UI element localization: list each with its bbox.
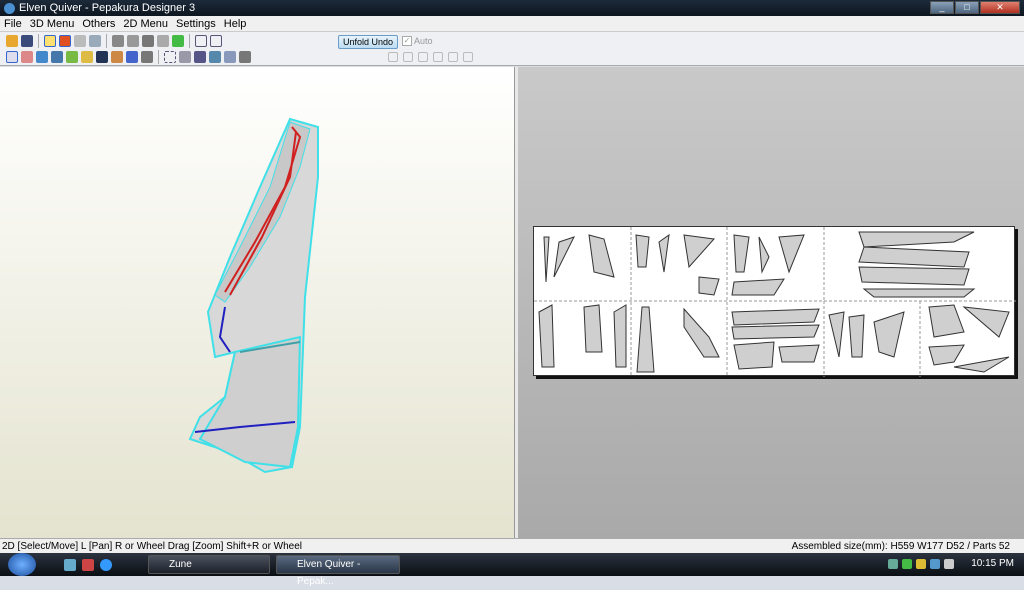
flap-icon[interactable] — [157, 34, 169, 47]
show-desktop-icon[interactable] — [64, 559, 76, 571]
task-pepakura[interactable]: Elven Quiver - Pepak... — [276, 555, 400, 587]
print-preview-icon[interactable] — [224, 51, 236, 63]
flap-edit-icon[interactable] — [81, 51, 93, 63]
checkmark-icon: ✓ — [402, 36, 412, 46]
3d-view[interactable] — [0, 67, 514, 538]
rotate-right-icon[interactable] — [463, 52, 473, 62]
align-left-icon[interactable] — [388, 52, 398, 62]
undo-icon[interactable] — [126, 51, 138, 63]
move-icon[interactable] — [36, 51, 48, 63]
clock[interactable]: 10:15 PM — [971, 558, 1014, 569]
select-mode-icon[interactable] — [6, 51, 18, 63]
minimize-button[interactable]: _ — [930, 1, 954, 14]
align-top-icon[interactable] — [418, 52, 428, 62]
menu-help[interactable]: Help — [224, 18, 247, 30]
close-button[interactable]: ✕ — [980, 1, 1020, 14]
menu-settings[interactable]: Settings — [176, 18, 216, 30]
texture-icon[interactable] — [59, 34, 71, 47]
unfolded-parts — [534, 227, 1016, 377]
start-button[interactable] — [8, 553, 36, 576]
assembled-size: Assembled size(mm): H559 W177 D52 / Part… — [791, 541, 1010, 552]
unfold-icon[interactable] — [74, 34, 86, 47]
taskbar: Zune Elven Quiver - Pepak... 10:15 PM — [0, 553, 1024, 587]
title-bar: Elven Quiver - Pepakura Designer 3 _ □ ✕ — [0, 0, 1024, 16]
anchor-icon[interactable] — [142, 34, 154, 47]
status-bar: 2D [Select/Move] L [Pan] R or Wheel Drag… — [0, 538, 1024, 553]
menu-others[interactable]: Others — [82, 18, 115, 30]
align-bottom-icon[interactable] — [433, 52, 443, 62]
cut-icon[interactable] — [21, 51, 33, 63]
save-icon[interactable] — [21, 34, 33, 47]
cylinder-icon[interactable] — [127, 34, 139, 47]
messenger-icon[interactable] — [916, 559, 926, 569]
open-icon[interactable] — [6, 34, 18, 47]
export-icon[interactable] — [209, 51, 221, 63]
volume-icon[interactable] — [944, 559, 954, 569]
align-toolbar — [388, 52, 473, 62]
app-icon — [4, 2, 15, 14]
quiver-3d-model — [188, 117, 319, 474]
zune-quicklaunch-icon[interactable] — [82, 559, 94, 571]
auto-label: Auto — [414, 36, 433, 46]
network-icon[interactable] — [888, 559, 898, 569]
print-icon[interactable] — [239, 51, 251, 63]
display-icon[interactable] — [930, 559, 940, 569]
system-tray — [888, 559, 954, 569]
status-hint: 2D [Select/Move] L [Pan] R or Wheel Drag… — [2, 541, 303, 552]
2d-view[interactable] — [518, 67, 1024, 538]
menu-2d[interactable]: 2D Menu — [123, 18, 168, 30]
pencil-icon[interactable] — [112, 34, 124, 47]
select-icon[interactable] — [172, 34, 184, 47]
align-right-icon[interactable] — [403, 52, 413, 62]
menu-file[interactable]: File — [4, 18, 22, 30]
rotate-icon[interactable] — [51, 51, 63, 63]
auto-checkbox[interactable]: ✓ Auto — [402, 36, 433, 46]
page-icon[interactable] — [194, 51, 206, 63]
refold-icon[interactable] — [89, 34, 101, 47]
unfold-undo-button[interactable]: Unfold Undo — [338, 35, 399, 49]
ie-icon[interactable] — [100, 559, 112, 571]
menu-3d[interactable]: 3D Menu — [30, 18, 75, 30]
main-toolbar — [0, 31, 1024, 49]
rotate-left-icon[interactable] — [448, 52, 458, 62]
fold-icon[interactable] — [111, 51, 123, 63]
text-icon[interactable] — [96, 51, 108, 63]
join-icon[interactable] — [66, 51, 78, 63]
edit-toolbar — [0, 49, 1024, 66]
window-title: Elven Quiver - Pepakura Designer 3 — [19, 2, 196, 14]
paper-sheet — [533, 226, 1016, 377]
security-icon[interactable] — [902, 559, 912, 569]
split-view-icon[interactable] — [195, 34, 207, 47]
maximize-button[interactable]: □ — [955, 1, 979, 14]
fit-icon[interactable] — [164, 51, 176, 63]
light-icon[interactable] — [44, 34, 56, 47]
redo-icon[interactable] — [141, 51, 153, 63]
arrange-icon[interactable] — [179, 51, 191, 63]
menu-bar: File 3D Menu Others 2D Menu Settings Hel… — [0, 16, 1024, 31]
single-view-icon[interactable] — [210, 34, 222, 47]
task-zune[interactable]: Zune — [148, 555, 270, 574]
